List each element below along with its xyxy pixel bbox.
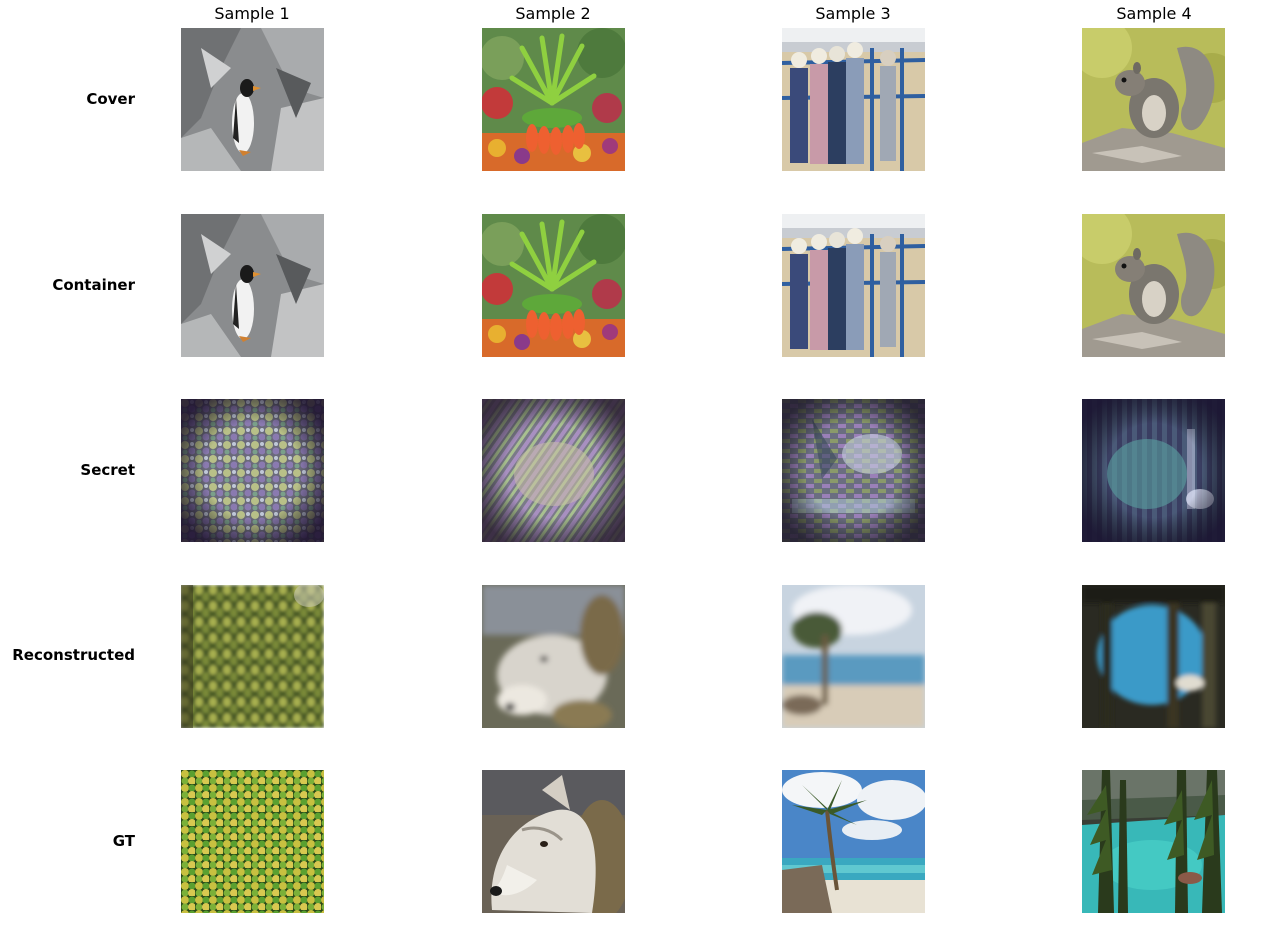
- secret-image-2: [482, 399, 625, 542]
- column-title-sample-3: Sample 3: [815, 4, 891, 23]
- column-title-sample-4: Sample 4: [1116, 4, 1192, 23]
- container-image-cowboys: [782, 214, 925, 357]
- container-image-flower: [482, 214, 625, 357]
- reconstructed-image-3: [782, 585, 925, 728]
- gt-image-wolf: [482, 770, 625, 913]
- cover-image-flower: [482, 28, 625, 171]
- column-title-sample-2: Sample 2: [515, 4, 591, 23]
- container-image-penguin: [181, 214, 324, 357]
- row-label-cover: Cover: [86, 90, 135, 108]
- secret-image-3: [782, 399, 925, 542]
- row-label-gt: GT: [112, 832, 135, 850]
- cover-image-cowboys: [782, 28, 925, 171]
- reconstructed-image-1: [181, 585, 324, 728]
- secret-image-4: [1082, 399, 1225, 542]
- gt-image-fruit: [181, 770, 324, 913]
- secret-image-1: [181, 399, 324, 542]
- row-label-reconstructed: Reconstructed: [12, 646, 135, 664]
- column-title-sample-1: Sample 1: [214, 4, 290, 23]
- gt-image-lake: [1082, 770, 1225, 913]
- row-label-secret: Secret: [80, 461, 135, 479]
- cover-image-squirrel: [1082, 28, 1225, 171]
- gt-image-beach: [782, 770, 925, 913]
- reconstructed-image-2: [482, 585, 625, 728]
- container-image-squirrel: [1082, 214, 1225, 357]
- cover-image-penguin: [181, 28, 324, 171]
- reconstructed-image-4: [1082, 585, 1225, 728]
- row-label-container: Container: [52, 276, 135, 294]
